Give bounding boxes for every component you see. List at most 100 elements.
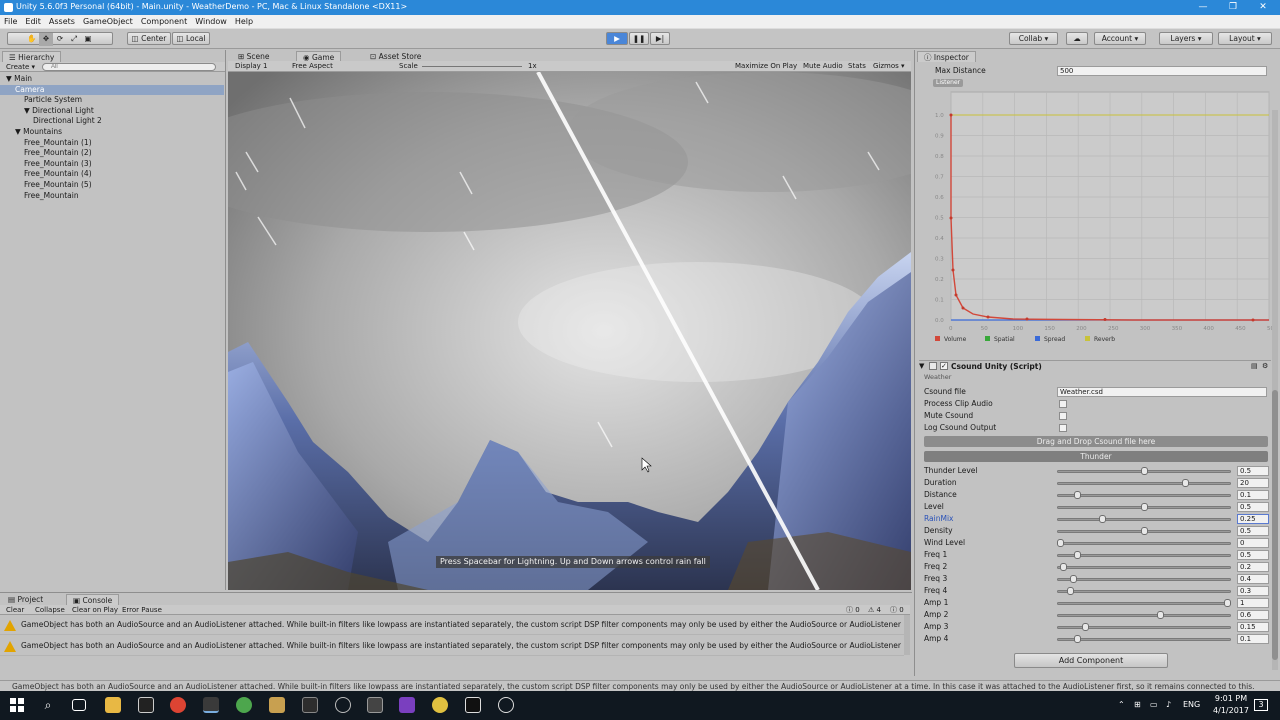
slider-knob[interactable] (1073, 491, 1081, 499)
hierarchy-item[interactable]: Directional Light 2 (0, 116, 224, 126)
foldout-arrow-icon[interactable]: ▼ (919, 362, 924, 370)
menu-gameobject[interactable]: GameObject (79, 15, 137, 28)
slider-knob[interactable] (1098, 515, 1106, 523)
console-scrollbar[interactable] (904, 615, 910, 655)
checkbox[interactable] (1059, 400, 1067, 408)
slider-value-field[interactable]: 0.25 (1237, 514, 1269, 524)
menu-window[interactable]: Window (191, 15, 231, 28)
chrome-icon[interactable] (170, 697, 186, 713)
slider[interactable] (1057, 621, 1231, 633)
error-pause-toggle[interactable]: Error Pause (122, 605, 162, 615)
checkbox[interactable] (1059, 412, 1067, 420)
slider-value-field[interactable]: 0.1 (1237, 634, 1269, 644)
rotate-tool-icon[interactable]: ⟳ (53, 33, 67, 46)
component-header[interactable]: ▼ ✓ Csound Unity (Script) ▤ ⚙ (919, 360, 1271, 372)
inspector-scrollbar[interactable] (1272, 110, 1278, 670)
slider[interactable] (1057, 489, 1231, 501)
hierarchy-item[interactable]: Free_Mountain (1) (0, 138, 224, 148)
slider-knob[interactable] (1182, 479, 1190, 487)
slider[interactable] (1057, 609, 1231, 621)
maximize-button[interactable]: ❐ (1218, 0, 1248, 15)
hierarchy-item[interactable]: Free_Mountain (0, 191, 224, 201)
slider-knob[interactable] (1140, 467, 1148, 475)
tab-hierarchy[interactable]: ☰ Hierarchy (2, 51, 62, 62)
hierarchy-item[interactable]: Free_Mountain (4) (0, 169, 224, 179)
console-message[interactable]: GameObject has both an AudioSource and a… (0, 636, 904, 656)
slider-knob[interactable] (1224, 599, 1231, 607)
slider-value-field[interactable]: 0 (1237, 538, 1269, 548)
pivot-local-button[interactable]: ◫ Local (172, 32, 210, 45)
scrollbar-thumb[interactable] (1272, 390, 1278, 660)
drag-drop-zone[interactable]: Drag and Drop Csound file here (924, 436, 1268, 447)
maximize-on-play-toggle[interactable]: Maximize On Play (735, 61, 797, 72)
slider-track[interactable] (1057, 566, 1231, 569)
slider-value-field[interactable]: 0.5 (1237, 526, 1269, 536)
gear-icon[interactable]: ⚙ (1262, 362, 1268, 370)
csound-file-field[interactable]: Weather.csd (1057, 387, 1267, 397)
slider-track[interactable] (1057, 578, 1231, 581)
slider-track[interactable] (1057, 614, 1231, 617)
app-green-icon[interactable] (236, 697, 252, 713)
scale-slider[interactable] (422, 66, 522, 67)
tab-project[interactable]: ▤ Project (2, 594, 49, 605)
slider[interactable] (1057, 477, 1231, 489)
clear-button[interactable]: Clear (6, 605, 24, 615)
terminal-icon[interactable] (138, 697, 154, 713)
thunder-group-header[interactable]: Thunder (924, 451, 1268, 462)
slider-value-field[interactable]: 0.1 (1237, 490, 1269, 500)
battery-icon[interactable]: ▭ (1150, 700, 1158, 709)
slider-track[interactable] (1057, 602, 1231, 605)
component-enabled-checkbox[interactable]: ✓ (940, 362, 948, 370)
rolloff-chart[interactable]: 1.0 0.9 0.8 0.7 0.6 0.5 0.4 0.3 0.2 0.1 0.0 0 50 100… (933, 90, 1273, 348)
tab-console[interactable]: ▣ Console (66, 594, 120, 605)
gizmos-dropdown[interactable]: Gizmos ▾ (873, 61, 905, 72)
slider-knob[interactable] (1157, 611, 1165, 619)
slider[interactable] (1057, 525, 1231, 537)
slider-value-field[interactable]: 0.5 (1237, 550, 1269, 560)
slider-knob[interactable] (1067, 587, 1075, 595)
slider-track[interactable] (1057, 494, 1231, 497)
hierarchy-item[interactable]: ▼ Main (0, 74, 224, 84)
slider-knob[interactable] (1140, 503, 1148, 511)
slider[interactable] (1057, 549, 1231, 561)
slider-track[interactable] (1057, 518, 1231, 521)
start-windows-icon[interactable] (10, 698, 24, 712)
app-editor-icon[interactable] (302, 697, 318, 713)
tab-inspector[interactable]: ⓘ Inspector (917, 51, 976, 62)
slider[interactable] (1057, 537, 1231, 549)
error-count[interactable]: ⓘ 0 (846, 605, 860, 615)
slider[interactable] (1057, 465, 1231, 477)
task-view-icon[interactable] (72, 699, 86, 711)
app-ring-icon[interactable] (498, 697, 514, 713)
slider[interactable] (1057, 501, 1231, 513)
menu-assets[interactable]: Assets (45, 15, 79, 28)
slider-value-field[interactable]: 1 (1237, 598, 1269, 608)
app-console-icon[interactable] (367, 697, 383, 713)
hierarchy-item[interactable]: Free_Mountain (5) (0, 180, 224, 190)
slider-knob[interactable] (1070, 575, 1078, 583)
pivot-center-button[interactable]: ◫ Center (127, 32, 171, 45)
hierarchy-item[interactable]: Free_Mountain (3) (0, 159, 224, 169)
move-tool-icon[interactable]: ✥ (39, 33, 53, 46)
file-explorer-icon[interactable] (105, 697, 121, 713)
app-circle-icon[interactable] (335, 697, 351, 713)
add-component-button[interactable]: Add Component (1014, 653, 1168, 668)
hierarchy-item[interactable]: Free_Mountain (2) (0, 148, 224, 158)
collab-dropdown[interactable]: Collab ▾ (1009, 32, 1058, 45)
hierarchy-item[interactable]: ▼ Mountains (0, 127, 224, 137)
play-button[interactable]: ▶ (606, 32, 628, 45)
aspect-dropdown[interactable]: Free Aspect (292, 61, 333, 72)
app-colorful-icon[interactable] (432, 697, 448, 713)
slider-knob[interactable] (1082, 623, 1090, 631)
language-indicator[interactable]: ENG (1183, 700, 1200, 709)
mute-audio-toggle[interactable]: Mute Audio (803, 61, 843, 72)
slider-value-field[interactable]: 0.3 (1237, 586, 1269, 596)
collapse-button[interactable]: Collapse (35, 605, 65, 615)
menu-help[interactable]: Help (231, 15, 257, 28)
tray-chevron-icon[interactable]: ⌃ (1118, 700, 1125, 709)
console-message[interactable]: GameObject has both an AudioSource and a… (0, 615, 904, 635)
slider-knob[interactable] (1073, 635, 1081, 643)
max-distance-field[interactable]: 500 (1057, 66, 1267, 76)
visual-studio-icon[interactable] (399, 697, 415, 713)
layout-dropdown[interactable]: Layout ▾ (1218, 32, 1272, 45)
